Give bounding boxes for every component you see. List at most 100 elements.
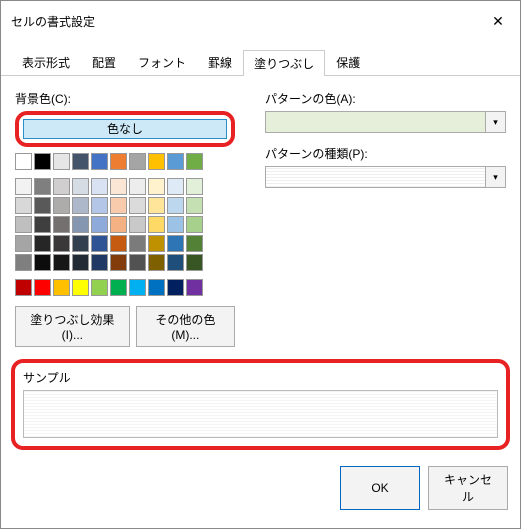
pattern-color-display [265,111,486,133]
color-swatch[interactable] [53,254,70,271]
color-swatch[interactable] [167,153,184,170]
color-swatch[interactable] [186,197,203,214]
color-swatch[interactable] [72,254,89,271]
color-swatch[interactable] [34,197,51,214]
tab-protect[interactable]: 保護 [325,49,371,75]
color-swatch[interactable] [148,153,165,170]
color-swatch[interactable] [186,279,203,296]
cancel-button[interactable]: キャンセル [428,466,508,510]
swatch-group-theme [15,178,215,271]
color-swatch[interactable] [167,197,184,214]
color-swatch[interactable] [34,153,51,170]
color-swatch[interactable] [15,178,32,195]
window-title: セルの書式設定 [11,13,476,30]
pattern-type-dropdown[interactable]: ▾ [265,166,506,188]
color-swatch[interactable] [91,235,108,252]
color-swatch[interactable] [186,153,203,170]
color-swatch[interactable] [91,153,108,170]
color-swatch[interactable] [148,216,165,233]
color-swatch[interactable] [53,235,70,252]
color-swatch[interactable] [129,197,146,214]
tabbar: 表示形式 配置 フォント 罫線 塗りつぶし 保護 [1,41,520,76]
color-swatch[interactable] [34,235,51,252]
close-icon[interactable]: ✕ [476,7,520,35]
chevron-down-icon[interactable]: ▾ [486,111,506,133]
color-swatch[interactable] [15,254,32,271]
color-swatch[interactable] [110,235,127,252]
color-swatch[interactable] [53,216,70,233]
color-swatch[interactable] [186,216,203,233]
color-swatch[interactable] [167,235,184,252]
color-swatch[interactable] [53,197,70,214]
color-swatch[interactable] [167,216,184,233]
color-swatch[interactable] [148,254,165,271]
color-swatch[interactable] [148,178,165,195]
color-swatch[interactable] [72,153,89,170]
color-swatch[interactable] [148,235,165,252]
highlight-no-color: 色なし [15,111,235,147]
color-swatch[interactable] [91,216,108,233]
pattern-color-dropdown[interactable]: ▾ [265,111,506,133]
color-swatch[interactable] [129,153,146,170]
color-swatch[interactable] [186,235,203,252]
color-swatch[interactable] [167,178,184,195]
tab-border[interactable]: 罫線 [197,49,243,75]
color-swatch[interactable] [34,279,51,296]
color-swatch[interactable] [53,153,70,170]
color-swatch[interactable] [53,279,70,296]
tab-fill[interactable]: 塗りつぶし [243,50,325,76]
pattern-color-label: パターンの色(A): [265,90,506,107]
color-swatch[interactable] [34,178,51,195]
bgcolor-label: 背景色(C): [15,90,235,107]
color-swatch[interactable] [148,197,165,214]
color-swatch[interactable] [167,279,184,296]
highlight-sample: サンプル [11,359,510,450]
color-swatch[interactable] [72,279,89,296]
swatch-group-basic [15,153,215,170]
color-swatch[interactable] [129,279,146,296]
color-swatch[interactable] [15,279,32,296]
color-swatch[interactable] [186,178,203,195]
color-swatch[interactable] [186,254,203,271]
color-swatch[interactable] [34,216,51,233]
color-swatch[interactable] [15,235,32,252]
pattern-type-display [265,166,486,188]
color-swatch[interactable] [110,197,127,214]
no-color-button[interactable]: 色なし [23,119,227,139]
color-swatch[interactable] [72,197,89,214]
more-colors-button[interactable]: その他の色(M)... [136,306,235,347]
color-swatch[interactable] [148,279,165,296]
color-swatch[interactable] [15,153,32,170]
color-swatch[interactable] [34,254,51,271]
color-swatch[interactable] [129,216,146,233]
color-swatch[interactable] [110,254,127,271]
chevron-down-icon[interactable]: ▾ [486,166,506,188]
color-swatch[interactable] [72,216,89,233]
color-swatch[interactable] [110,216,127,233]
color-swatch[interactable] [110,153,127,170]
color-swatch[interactable] [129,254,146,271]
color-swatch[interactable] [72,178,89,195]
color-swatch[interactable] [167,254,184,271]
color-swatch[interactable] [91,197,108,214]
color-swatch[interactable] [91,254,108,271]
color-swatch[interactable] [91,178,108,195]
sample-preview [23,390,498,438]
ok-button[interactable]: OK [340,466,420,510]
fill-effects-button[interactable]: 塗りつぶし効果(I)... [15,306,130,347]
pattern-type-label: パターンの種類(P): [265,145,506,162]
color-swatch[interactable] [72,235,89,252]
tab-format[interactable]: 表示形式 [11,49,81,75]
color-swatch[interactable] [15,216,32,233]
color-swatch[interactable] [129,178,146,195]
color-swatch[interactable] [110,279,127,296]
tab-font[interactable]: フォント [127,49,197,75]
sample-label: サンプル [23,369,498,386]
swatch-group-standard [15,279,215,296]
tab-alignment[interactable]: 配置 [81,49,127,75]
color-swatch[interactable] [129,235,146,252]
color-swatch[interactable] [15,197,32,214]
color-swatch[interactable] [53,178,70,195]
color-swatch[interactable] [91,279,108,296]
color-swatch[interactable] [110,178,127,195]
